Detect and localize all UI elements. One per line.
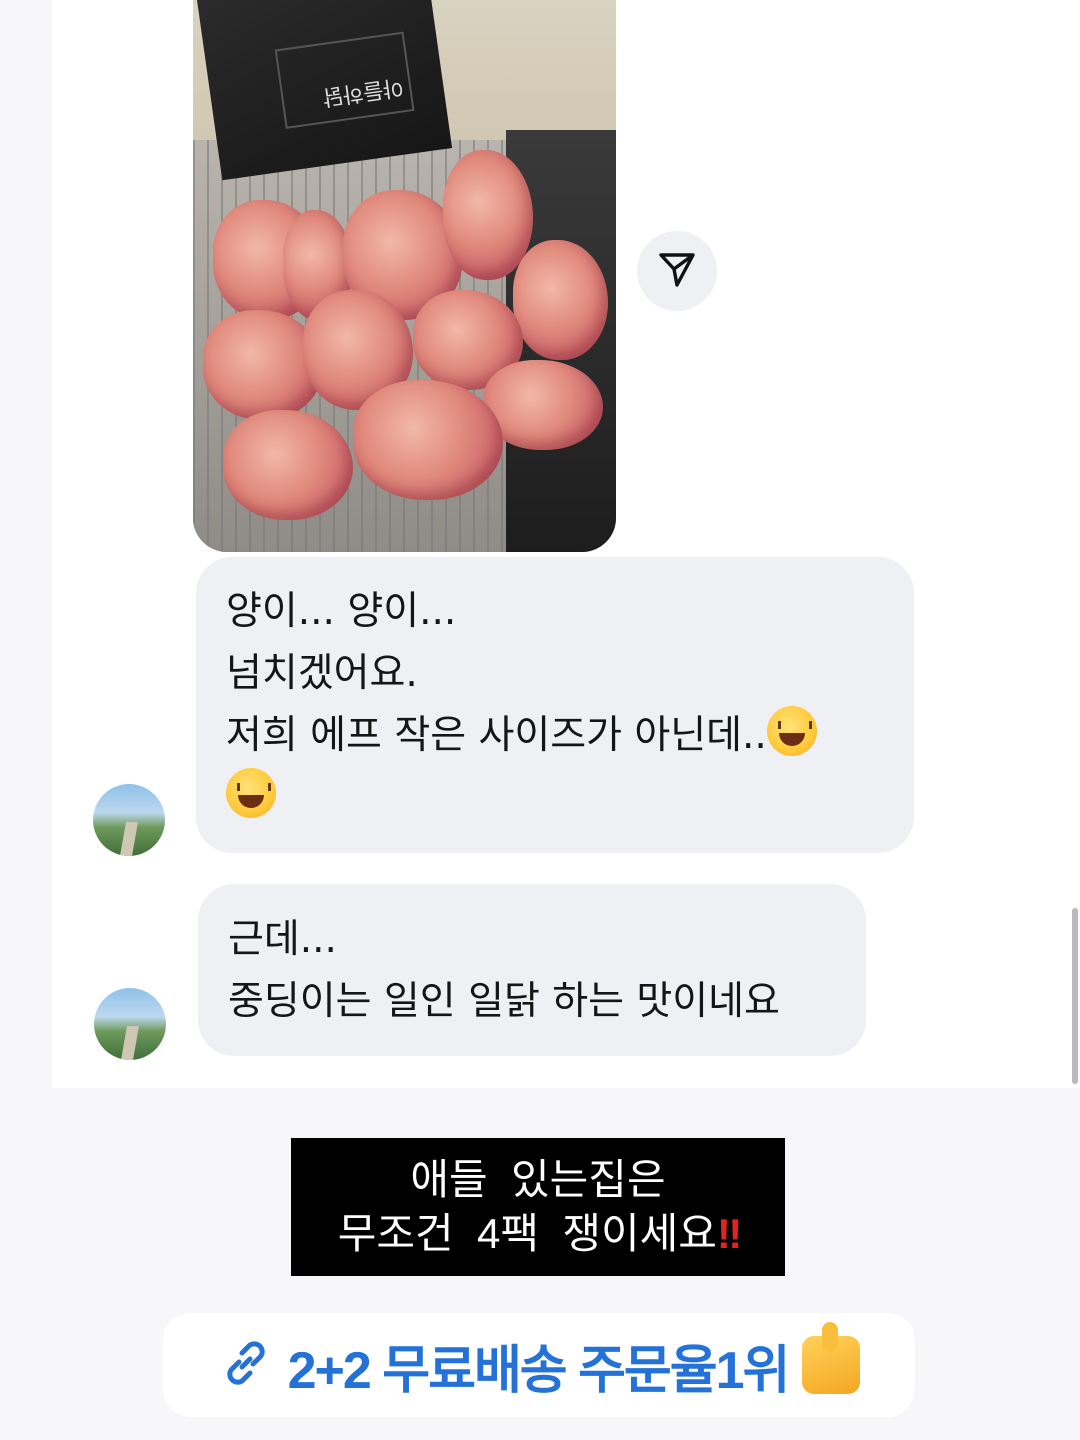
message-bubble[interactable]: 근데... 중딩이는 일인 일닭 하는 맛이네요 — [198, 884, 866, 1056]
message-line-with-emoji: 저희 에프 작은 사이즈가 아닌데.. — [226, 705, 884, 767]
photo-message[interactable]: 야들하닭 — [193, 0, 616, 552]
chicken-piece — [223, 410, 353, 520]
avatar-scene — [120, 822, 138, 856]
emoji-line — [226, 767, 884, 829]
scrollbar[interactable] — [1072, 908, 1078, 1084]
message-line: 저희 에프 작은 사이즈가 아닌데.. — [226, 713, 767, 758]
message-line: 넘치겠어요. — [226, 651, 418, 696]
message-line: 양이... 양이... — [226, 589, 457, 634]
avatar-scene — [121, 1026, 139, 1060]
message-bubble[interactable]: 양이... 양이... 넘치겠어요. 저희 에프 작은 사이즈가 아닌데.. — [196, 557, 914, 853]
avatar[interactable] — [93, 784, 165, 856]
chicken-piece — [513, 240, 608, 360]
product-package: 야들하닭 — [197, 0, 453, 181]
caption-line: 애들 있는집은 — [410, 1156, 666, 1203]
promo-link-text: 2+2 무료배송 주문율1위 — [287, 1341, 791, 1400]
send-icon — [657, 249, 697, 293]
message-line: 중딩이는 일인 일닭 하는 맛이네요 — [228, 979, 780, 1024]
avatar[interactable] — [94, 988, 166, 1060]
link-icon — [218, 1335, 274, 1395]
thumbs-up-icon — [802, 1322, 861, 1394]
chicken-piece — [443, 150, 533, 280]
message-line: 근데... — [228, 917, 337, 962]
promo-link[interactable]: 2+2 무료배송 주문율1위 — [163, 1313, 915, 1417]
caption-line-with-alert: 무조건 4팩 쟁이세요‼ — [337, 1207, 743, 1261]
caption-box: 애들 있는집은 무조건 4팩 쟁이세요‼ — [291, 1138, 785, 1276]
share-button[interactable] — [637, 231, 717, 311]
grinning-squinting-face-icon — [226, 768, 276, 818]
package-label: 야들하닭 — [274, 31, 415, 129]
caption-line: 무조건 4팩 쟁이세요 — [337, 1210, 717, 1257]
grinning-squinting-face-icon — [766, 706, 817, 756]
double-exclamation-icon: ‼ — [716, 1210, 742, 1257]
chicken-piece — [353, 380, 503, 500]
